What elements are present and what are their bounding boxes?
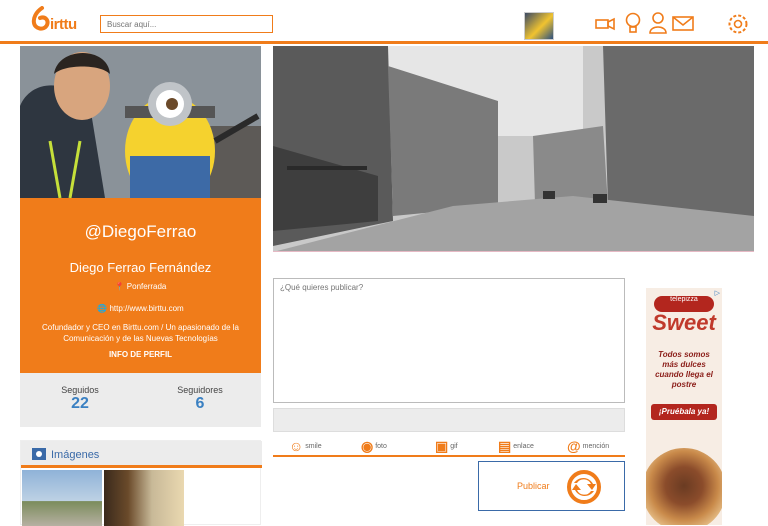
smile-icon: ☺	[289, 438, 304, 454]
logo-text: irttu	[50, 16, 77, 33]
following-label: Seguidos	[61, 385, 99, 395]
profile-full-name: Diego Ferrao Fernández	[69, 260, 212, 275]
images-section-header[interactable]: Imágenes	[21, 441, 262, 468]
birttu-logo[interactable]: irttu	[30, 6, 88, 34]
at-icon: @	[567, 438, 581, 454]
publish-label: Publicar	[517, 481, 550, 491]
ad-headline: Sweet	[652, 310, 716, 335]
action-photo[interactable]: ◉ foto	[361, 437, 387, 455]
action-mention-label: mención	[582, 442, 610, 450]
following-count: 22	[71, 395, 89, 412]
gif-icon: ▣	[435, 437, 449, 454]
ad-body: Todos somos más dulces cuando llega el p…	[655, 350, 713, 389]
action-smile-label: smile	[305, 442, 322, 450]
image-thumbnail[interactable]	[22, 470, 102, 526]
globe-icon: 🌐	[97, 304, 108, 313]
followers-label: Seguidores	[177, 385, 223, 395]
advertisement[interactable]: ▷ telepizza Sweet Todos somos más dulces…	[646, 288, 722, 525]
gear-icon[interactable]	[726, 10, 750, 36]
camera-icon: ◉	[361, 437, 374, 454]
action-link-label: enlace	[513, 442, 534, 450]
image-thumbnail[interactable]	[104, 470, 184, 526]
logo-mark-icon	[31, 6, 50, 31]
images-section: Imágenes	[20, 440, 262, 526]
action-smile[interactable]: ☺ smile	[289, 437, 322, 455]
header-avatar[interactable]	[524, 12, 554, 40]
profile-bio: Cofundador y CEO en Birttu.com / Un apas…	[42, 323, 239, 343]
publish-refresh-icon	[567, 470, 601, 504]
followers-count: 6	[195, 395, 205, 412]
location-pin-icon: 📍	[114, 282, 125, 291]
link-icon: ▤	[498, 437, 512, 454]
mail-icon[interactable]	[672, 10, 694, 36]
action-photo-label: foto	[375, 442, 387, 450]
post-actions-bar: ☺ smile ◉ foto ▣ gif ▤ enlace @ mención	[273, 433, 625, 457]
images-section-title: Imágenes	[51, 449, 100, 461]
action-link[interactable]: ▤ enlace	[498, 437, 534, 455]
video-camera-icon[interactable]	[594, 10, 616, 36]
profile-info-link[interactable]: INFO DE PERFIL	[20, 350, 261, 359]
action-gif-label: gif	[450, 442, 458, 450]
publish-button[interactable]: Publicar	[478, 461, 625, 511]
profile-website[interactable]: 🌐 http://www.birttu.com	[20, 304, 261, 313]
attachment-area[interactable]	[273, 408, 625, 432]
action-gif[interactable]: ▣ gif	[435, 437, 458, 455]
top-bar: irttu	[0, 0, 768, 44]
cover-photo[interactable]	[273, 46, 754, 252]
ad-pizza-image	[646, 448, 722, 525]
profile-card: @DiegoFerrao Diego Ferrao Fernández 📍 Po…	[20, 198, 261, 373]
following-stat[interactable]: Seguidos 22	[20, 385, 140, 413]
follow-stats: Seguidos 22 Seguidores 6	[20, 373, 261, 427]
profile-website-link[interactable]: http://www.birttu.com	[109, 304, 183, 313]
profile-city: 📍 Ponferrada	[20, 282, 261, 291]
search-input[interactable]	[100, 15, 273, 33]
image-gallery-icon	[32, 448, 46, 460]
profile-city-label: Ponferrada	[126, 282, 167, 291]
ad-cta-button[interactable]: ¡Pruébala ya!	[651, 404, 717, 420]
followers-stat[interactable]: Seguidores 6	[140, 385, 260, 413]
user-icon[interactable]	[647, 10, 669, 36]
cover-photo-image	[273, 46, 754, 251]
profile-photo[interactable]	[20, 46, 261, 198]
lightbulb-icon[interactable]	[622, 10, 644, 36]
post-textarea[interactable]	[273, 278, 625, 403]
profile-photo-image	[20, 46, 261, 198]
action-mention[interactable]: @ mención	[567, 437, 609, 455]
profile-handle[interactable]: @DiegoFerrao	[20, 222, 261, 242]
ad-brand: telepizza	[670, 296, 698, 303]
